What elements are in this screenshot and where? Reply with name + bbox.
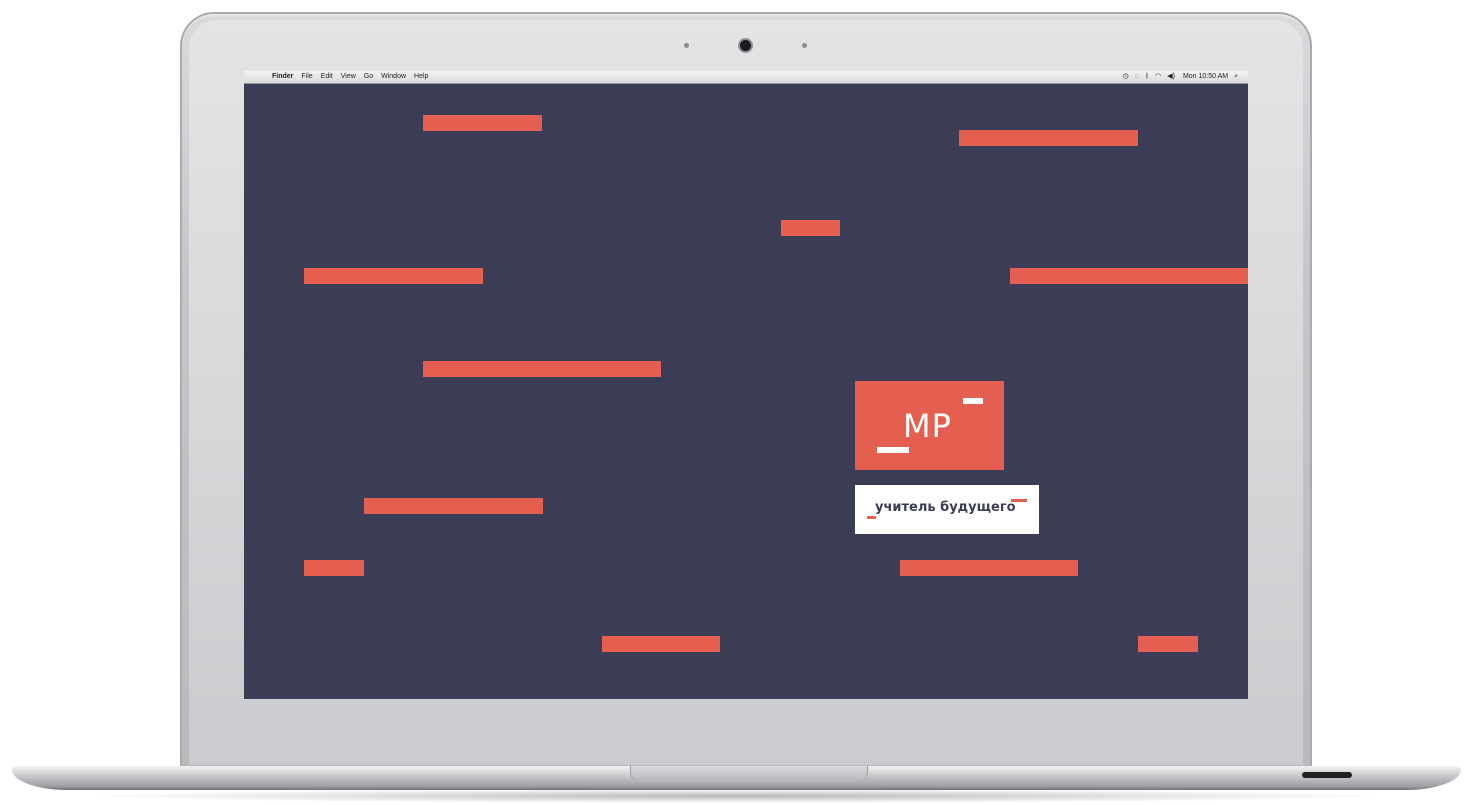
menu-help[interactable]: Help — [414, 71, 428, 83]
logo-dash-top — [963, 398, 983, 404]
desktop-screen: Finder File Edit View Go Window Help ◷ ◌… — [244, 71, 1248, 699]
wallpaper-bar — [364, 498, 543, 514]
webcam — [740, 40, 751, 51]
tagline-dash-bottom — [867, 516, 876, 519]
wallpaper-bar — [781, 220, 840, 236]
menu-edit[interactable]: Edit — [321, 71, 333, 83]
menu-finder[interactable]: Finder — [272, 71, 293, 83]
wifi-icon[interactable]: ◠ — [1155, 71, 1161, 83]
wallpaper-bar — [304, 268, 483, 284]
wallpaper-bar — [1138, 636, 1198, 652]
wallpaper-bar — [900, 560, 1078, 576]
volume-icon[interactable]: ◀) — [1167, 71, 1175, 83]
spotlight-search-icon[interactable]: ⌕ — [1234, 71, 1238, 83]
logo-tagline-box: учитель будущего — [855, 485, 1039, 534]
menu-go[interactable]: Go — [364, 71, 373, 83]
sync-icon[interactable]: ◌ — [1135, 71, 1139, 83]
logo-mark-box: MP — [855, 381, 1004, 470]
menu-file[interactable]: File — [301, 71, 312, 83]
time-machine-icon[interactable]: ◷ — [1123, 71, 1129, 83]
ambient-sensor-left — [684, 43, 689, 48]
menu-view[interactable]: View — [341, 71, 356, 83]
wallpaper-bar — [1010, 268, 1248, 284]
logo-tagline: учитель будущего — [875, 500, 1016, 515]
menu-bar: Finder File Edit View Go Window Help ◷ ◌… — [244, 71, 1248, 84]
ambient-sensor-right — [802, 43, 807, 48]
wallpaper-bar — [602, 636, 720, 652]
logo-mark-text: MP — [903, 407, 952, 445]
laptop-shadow — [80, 789, 1393, 803]
wallpaper-bar — [423, 361, 661, 377]
wallpaper-bar — [304, 560, 364, 576]
bluetooth-icon[interactable]: ᛒ — [1145, 71, 1149, 83]
wallpaper-bar — [959, 130, 1138, 146]
lid-opening-notch — [630, 766, 868, 782]
menu-window[interactable]: Window — [381, 71, 406, 83]
side-port — [1302, 772, 1352, 778]
logo-dash-bottom — [877, 447, 909, 453]
menu-clock[interactable]: Mon 10:50 AM — [1183, 71, 1228, 83]
status-area: ◷ ◌ ᛒ ◠ ◀) Mon 10:50 AM ⌕ — [1117, 71, 1238, 83]
wallpaper-bar — [423, 115, 542, 131]
